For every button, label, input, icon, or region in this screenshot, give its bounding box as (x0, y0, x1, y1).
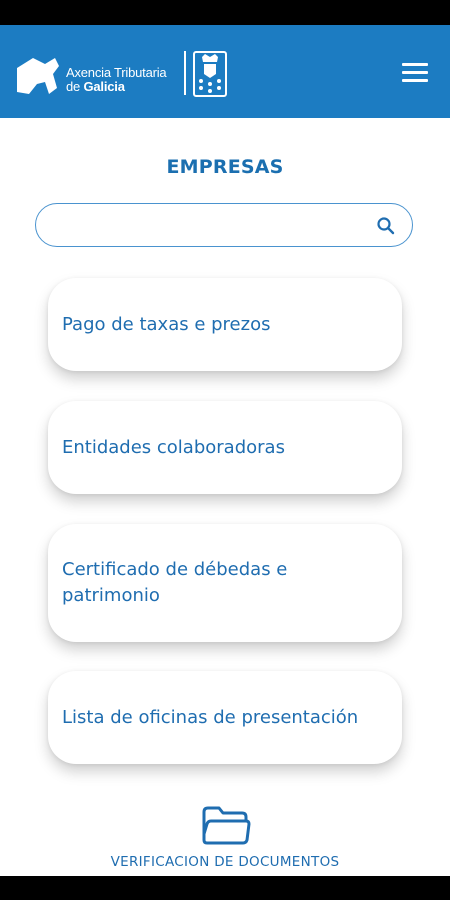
logo-divider (184, 51, 186, 95)
menu-bar-2 (402, 71, 428, 74)
verification-button[interactable]: VERIFICACION DE DOCUMENTOS (0, 790, 450, 876)
page-title: EMPRESAS (166, 156, 284, 178)
card-label: Entidades colaboradoras (62, 436, 285, 458)
card-label: Certificado de débedas e patrimonio (62, 559, 288, 606)
card-lista-oficinas[interactable]: Lista de oficinas de presentación (48, 671, 402, 764)
card-entidades-colaboradoras[interactable]: Entidades colaboradoras (48, 401, 402, 494)
galicia-crest-icon (193, 51, 227, 97)
verification-label: VERIFICACION DE DOCUMENTOS (110, 854, 340, 870)
search-input[interactable] (54, 212, 368, 240)
card-label: Pago de taxas e prezos (62, 313, 271, 335)
status-bar (0, 0, 450, 25)
agency-name-prefix: de (66, 79, 84, 94)
card-pago-taxas[interactable]: Pago de taxas e prezos (48, 278, 402, 371)
hamburger-menu-button[interactable] (396, 61, 434, 85)
menu-bar-1 (402, 63, 428, 66)
agency-name-line2: de Galicia (66, 80, 166, 94)
search-icon[interactable] (376, 216, 396, 236)
system-nav-bar (0, 876, 450, 900)
search-box[interactable] (35, 203, 413, 247)
card-label: Lista de oficinas de presentación (62, 706, 359, 728)
card-certificado-debedas[interactable]: Certificado de débedas e patrimonio (48, 524, 402, 642)
folder-icon (202, 806, 251, 845)
agency-name: Axencia Tributaria de Galicia (66, 65, 167, 94)
agency-logo-icon (17, 58, 59, 94)
agency-name-line1: Axencia Tributaria (66, 65, 167, 80)
app-header: Axencia Tributaria de Galicia (0, 25, 450, 118)
main-content: EMPRESAS Pago de taxas e prezos Entidade… (0, 118, 450, 790)
menu-bar-3 (402, 79, 428, 82)
agency-name-bold: Galicia (83, 79, 125, 94)
app-screen: Axencia Tributaria de Galicia EMPRESAS P… (0, 0, 450, 900)
